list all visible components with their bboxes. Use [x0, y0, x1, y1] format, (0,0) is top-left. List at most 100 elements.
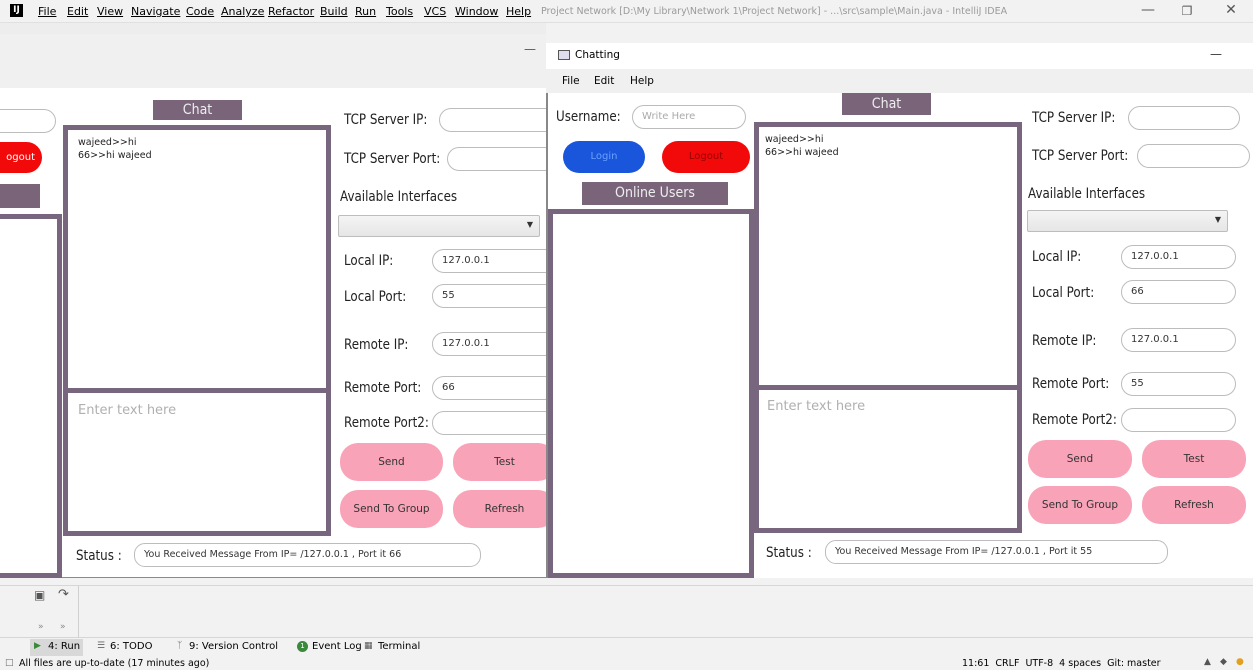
- ide-menu-vcs[interactable]: VCS: [424, 5, 446, 18]
- ide-toolbar-strip: [0, 23, 546, 34]
- back-tcp-port-input[interactable]: [447, 147, 557, 171]
- message-input[interactable]: Enter text here: [754, 385, 1022, 533]
- message-2: 66>>hi wajeed: [765, 147, 839, 158]
- local-ip-input[interactable]: 127.0.0.1: [1121, 245, 1236, 269]
- input-placeholder: Enter text here: [767, 399, 866, 414]
- back-status-label: Status :: [76, 548, 122, 564]
- back-message-2: 66>>hi wajeed: [78, 150, 152, 161]
- camera-icon[interactable]: ▣: [34, 588, 45, 602]
- window-app-icon: [558, 50, 570, 60]
- ide-status-message: All files are up-to-date (17 minutes ago…: [19, 658, 210, 669]
- expand-right-icon[interactable]: »: [60, 622, 66, 632]
- back-local-port-label: Local Port:: [344, 289, 407, 305]
- ide-menu-analyze[interactable]: Analyze: [221, 5, 264, 18]
- back-status-text: You Received Message From IP= /127.0.0.1…: [134, 543, 481, 567]
- restore-icon[interactable]: ❐: [1175, 4, 1199, 18]
- back-input-placeholder: Enter text here: [78, 403, 177, 418]
- minimize-icon[interactable]: —: [1136, 2, 1160, 18]
- ide-menu-build[interactable]: Build: [320, 5, 348, 18]
- run-icon: ▶: [34, 641, 41, 651]
- ide-menu-file[interactable]: File: [38, 5, 56, 18]
- remote-port-input[interactable]: 55: [1121, 372, 1236, 396]
- username-input[interactable]: Write Here: [632, 105, 746, 129]
- expand-left-icon[interactable]: »: [38, 622, 44, 632]
- message-1: wajeed>>hi: [765, 134, 824, 145]
- ide-menu-edit[interactable]: Edit: [67, 5, 88, 18]
- back-refresh-button[interactable]: Refresh: [453, 490, 556, 528]
- remote-port2-input[interactable]: [1121, 408, 1236, 432]
- remote-ip-input[interactable]: 127.0.0.1: [1121, 328, 1236, 352]
- logout-button[interactable]: Logout: [662, 141, 750, 173]
- tab-todo[interactable]: 6: TODO: [110, 641, 152, 652]
- back-local-ip-label: Local IP:: [344, 253, 394, 269]
- interfaces-combo[interactable]: ▼: [1027, 210, 1228, 232]
- chatting-menu-help[interactable]: Help: [630, 75, 654, 87]
- status-label: Status :: [766, 545, 812, 561]
- back-chat-window: — ogout Chat wajeed>>hi 66>>hi wajeed En…: [0, 34, 559, 578]
- login-button[interactable]: Login: [563, 141, 645, 173]
- back-test-button[interactable]: Test: [453, 443, 556, 481]
- version-control-icon: ᛉ: [177, 641, 183, 651]
- tcp-ip-input[interactable]: [1128, 106, 1240, 130]
- tab-terminal[interactable]: Terminal: [378, 641, 420, 652]
- lock-icon[interactable]: ▲: [1204, 657, 1211, 667]
- refresh-button[interactable]: Refresh: [1142, 486, 1246, 524]
- back-username-input[interactable]: [0, 109, 56, 133]
- wrap-icon[interactable]: ↷: [58, 587, 69, 602]
- combo-chevron-down-icon: ▼: [1214, 215, 1221, 224]
- intellij-logo-icon: IJ: [10, 4, 23, 17]
- back-window-titlebar: —: [0, 34, 546, 66]
- online-users-header: Online Users: [582, 182, 728, 205]
- panel-toggle-icon[interactable]: □: [5, 658, 14, 668]
- chatting-titlebar: Chatting —: [546, 43, 1253, 69]
- interfaces-label: Available Interfaces: [1028, 186, 1146, 202]
- event-log-icon: 1: [297, 641, 308, 652]
- back-minimize-icon[interactable]: —: [524, 42, 536, 56]
- back-message-input[interactable]: Enter text here: [63, 388, 331, 536]
- ide-run-panel: ▣ ↷ » »: [0, 585, 1253, 638]
- back-tcp-ip-input[interactable]: [439, 108, 559, 132]
- notifications-icon[interactable]: ●: [1236, 657, 1244, 667]
- back-interfaces-label: Available Interfaces: [340, 189, 458, 205]
- send-button[interactable]: Send: [1028, 440, 1132, 478]
- ide-menu-help[interactable]: Help: [506, 5, 531, 18]
- back-local-port-input[interactable]: 55: [432, 284, 557, 308]
- back-online-users-list[interactable]: [0, 214, 62, 578]
- chatting-minimize-icon[interactable]: —: [1210, 47, 1222, 61]
- send-group-button[interactable]: Send To Group: [1028, 486, 1132, 524]
- ide-menu-window[interactable]: Window: [455, 5, 498, 18]
- test-button[interactable]: Test: [1142, 440, 1246, 478]
- ide-menu-refactor[interactable]: Refactor: [268, 5, 314, 18]
- local-ip-label: Local IP:: [1032, 249, 1082, 265]
- online-users-list[interactable]: [548, 209, 754, 578]
- tcp-port-label: TCP Server Port:: [1032, 148, 1129, 164]
- back-remote-port-input[interactable]: 66: [432, 376, 557, 400]
- tab-event-log[interactable]: Event Log: [312, 641, 362, 652]
- back-remote-ip-label: Remote IP:: [344, 337, 409, 353]
- inspector-icon[interactable]: ◆: [1220, 657, 1227, 667]
- close-icon[interactable]: ✕: [1219, 2, 1243, 18]
- back-send-group-button[interactable]: Send To Group: [340, 490, 443, 528]
- chatting-window: Chatting — File Edit Help Username: Writ…: [546, 43, 1253, 578]
- ide-menu-run[interactable]: Run: [355, 5, 376, 18]
- local-port-label: Local Port:: [1032, 285, 1095, 301]
- local-port-input[interactable]: 66: [1121, 280, 1236, 304]
- back-send-button[interactable]: Send: [340, 443, 443, 481]
- chat-header: Chat: [842, 93, 931, 115]
- back-remote-port2-input[interactable]: [432, 411, 557, 435]
- ide-menu-code[interactable]: Code: [186, 5, 214, 18]
- chatting-menu-edit[interactable]: Edit: [594, 75, 614, 87]
- ide-menu-tools[interactable]: Tools: [386, 5, 413, 18]
- chatting-menu-file[interactable]: File: [562, 75, 580, 87]
- tab-version-control[interactable]: 9: Version Control: [189, 641, 278, 652]
- back-logout-button[interactable]: ogout: [0, 142, 42, 173]
- back-remote-ip-input[interactable]: 127.0.0.1: [432, 332, 557, 356]
- ide-menu-view[interactable]: View: [97, 5, 123, 18]
- ide-menu-navigate[interactable]: Navigate: [131, 5, 180, 18]
- tab-run[interactable]: ▶ 4: Run: [30, 639, 83, 656]
- back-interfaces-combo[interactable]: ▼: [338, 215, 540, 237]
- tcp-port-input[interactable]: [1137, 144, 1250, 168]
- back-local-ip-input[interactable]: 127.0.0.1: [432, 249, 557, 273]
- ide-status-bar: □ All files are up-to-date (17 minutes a…: [0, 657, 1253, 670]
- back-remote-port-label: Remote Port:: [344, 380, 422, 396]
